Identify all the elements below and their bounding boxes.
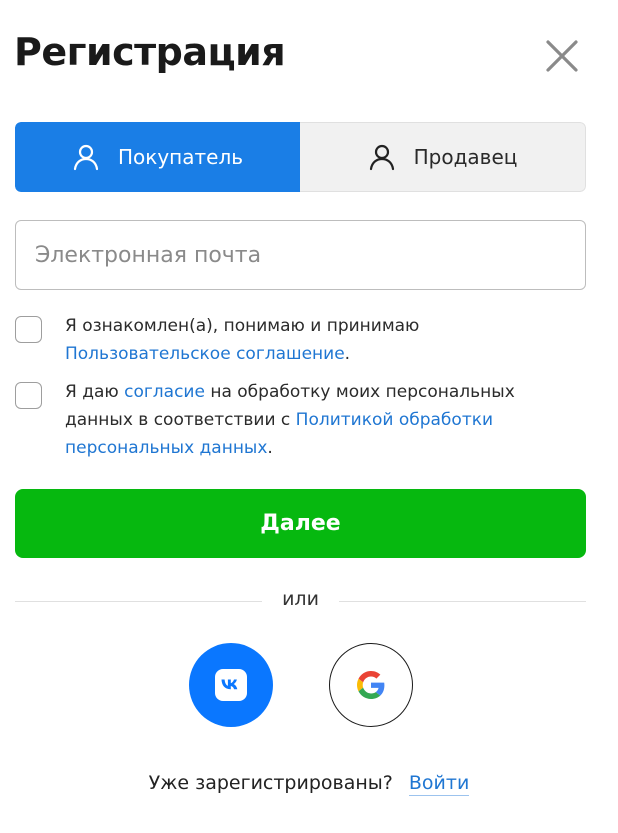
personal-data-text-after: . — [267, 438, 273, 458]
personal-data-consent-row: Я даю согласие на обработку моих персона… — [15, 380, 586, 462]
tab-seller-label: Продавец — [413, 145, 518, 169]
vk-icon — [215, 669, 247, 701]
google-icon — [357, 671, 385, 699]
next-button[interactable]: Далее — [15, 489, 586, 558]
tab-buyer-label: Покупатель — [117, 145, 244, 169]
divider-line-right — [339, 601, 586, 602]
agreement-checkbox[interactable] — [15, 316, 42, 343]
page-title: Регистрация — [14, 30, 286, 74]
user-icon — [368, 143, 396, 171]
personal-data-text-before: Я даю — [65, 382, 125, 402]
divider-label: или — [282, 588, 319, 610]
agreement-text-before: Я ознакомлен(а), понимаю и принимаю — [65, 316, 420, 336]
close-icon — [546, 40, 578, 72]
agreement-consent-row: Я ознакомлен(а), понимаю и принимаю Поль… — [15, 314, 586, 368]
email-field[interactable] — [15, 220, 586, 290]
personal-data-text: Я даю согласие на обработку моих персона… — [65, 378, 586, 462]
vk-login-button[interactable] — [189, 643, 273, 727]
google-login-button[interactable] — [329, 643, 413, 727]
account-type-tabs: Покупатель Продавец — [15, 122, 586, 192]
user-icon — [72, 143, 100, 171]
consent-link[interactable]: согласие — [124, 382, 205, 402]
login-prompt: Уже зарегистрированы? Войти — [0, 772, 618, 796]
agreement-text: Я ознакомлен(а), понимаю и принимаю Поль… — [65, 312, 586, 368]
tab-seller[interactable]: Продавец — [300, 122, 586, 192]
login-link[interactable]: Войти — [408, 772, 470, 796]
close-button[interactable] — [540, 34, 584, 78]
agreement-text-after: . — [344, 344, 351, 364]
or-divider: или — [15, 588, 586, 612]
already-registered-text: Уже зарегистрированы? — [148, 772, 393, 794]
tab-buyer[interactable]: Покупатель — [15, 122, 300, 192]
personal-data-checkbox[interactable] — [15, 382, 42, 409]
user-agreement-link[interactable]: Пользовательское соглашение — [65, 344, 345, 364]
